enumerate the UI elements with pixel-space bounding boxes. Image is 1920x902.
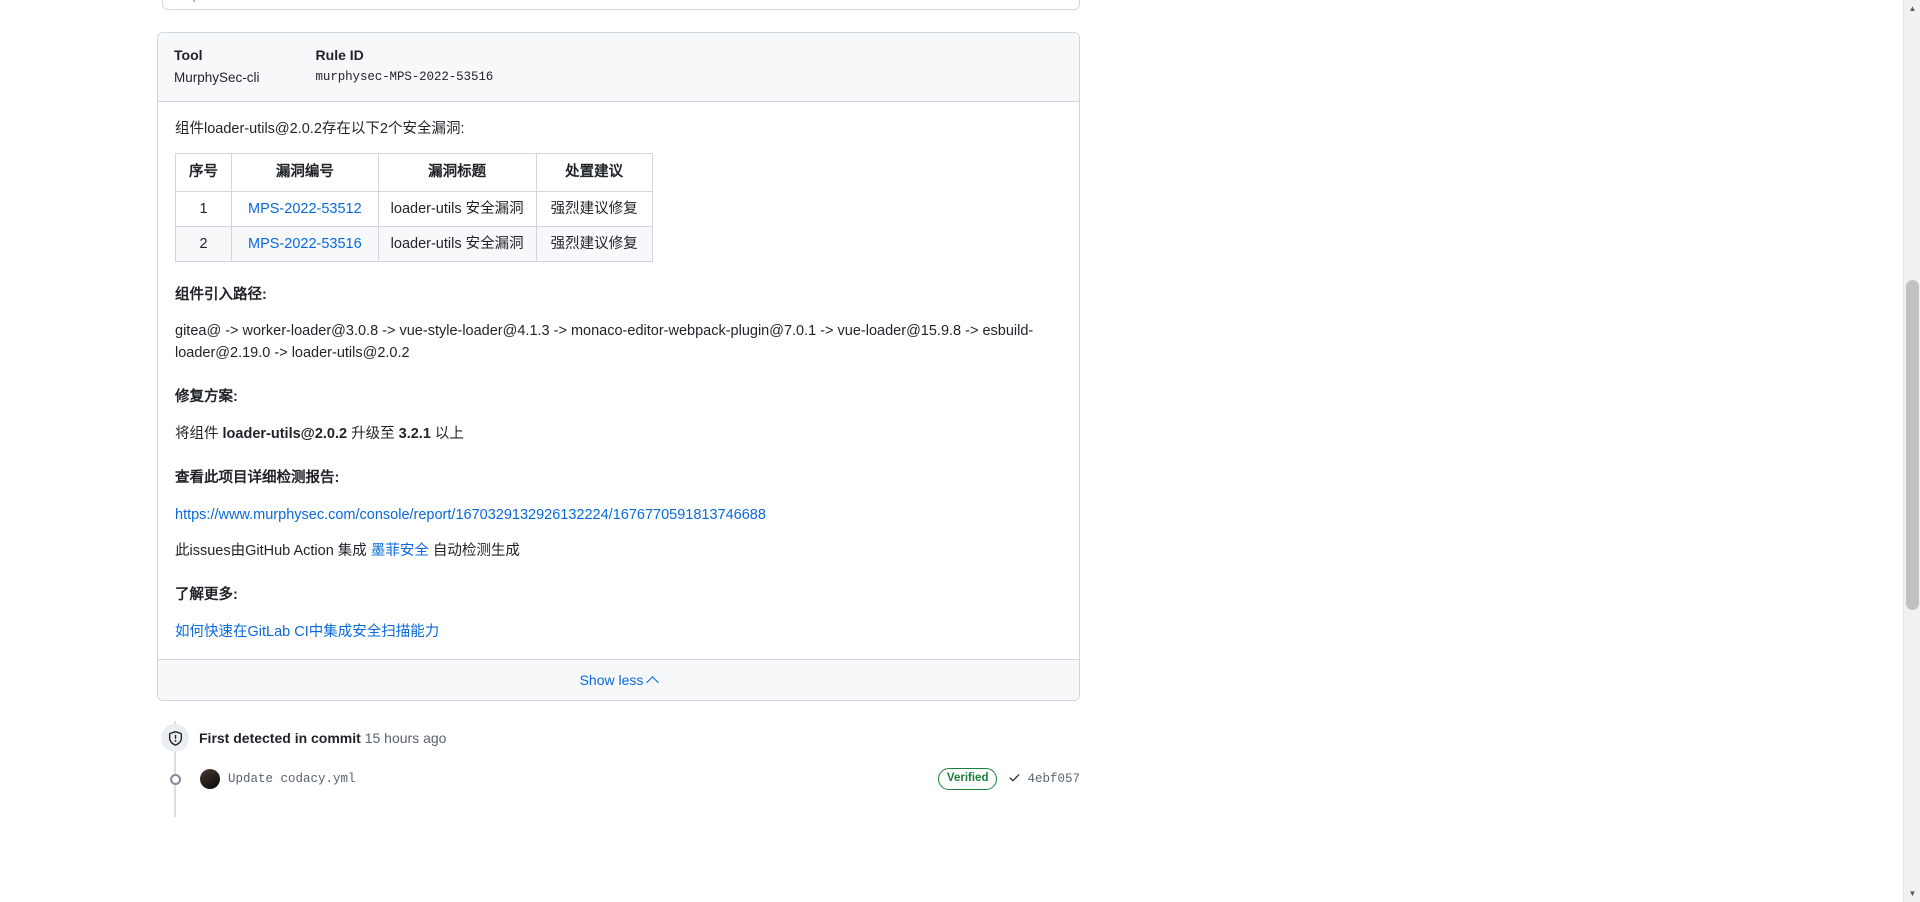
rule-id-meta: Rule ID murphysec-MPS-2022-53516 bbox=[316, 45, 494, 87]
tool-meta: Tool MurphySec-cli bbox=[174, 45, 260, 87]
generated-prefix: 此issues由GitHub Action 集成 bbox=[175, 543, 371, 559]
detection-bold: First detected in commit bbox=[199, 730, 361, 746]
learn-more-link[interactable]: 如何快速在GitLab CI中集成安全扫描能力 bbox=[175, 624, 439, 640]
commit-sha-text: 4ebf057 bbox=[1027, 772, 1080, 786]
timeline-commit-row: Update codacy.yml Verified 4ebf057 bbox=[157, 761, 1080, 797]
vulnerability-intro: 组件loader-utils@2.0.2存在以下2个安全漏洞: bbox=[175, 121, 465, 137]
scroll-down-arrow-icon[interactable]: ▼ bbox=[1904, 885, 1920, 902]
fix-component: loader-utils@2.0.2 bbox=[222, 426, 348, 442]
cell-index: 2 bbox=[175, 226, 232, 262]
dependency-path-heading: 组件引入路径: bbox=[175, 287, 267, 303]
fix-prefix: 将组件 bbox=[175, 426, 223, 442]
commit-message[interactable]: Update codacy.yml bbox=[228, 772, 356, 786]
table-header-row: 序号 漏洞编号 漏洞标题 处置建议 bbox=[175, 153, 653, 192]
show-less-button[interactable]: Show less bbox=[579, 672, 660, 689]
table-body: 1 MPS-2022-53512 loader-utils 安全漏洞 强烈建议修… bbox=[175, 191, 653, 262]
scrollbar[interactable]: ▲ ▼ bbox=[1903, 0, 1920, 902]
cell-title: loader-utils 安全漏洞 bbox=[377, 191, 537, 227]
scrollbar-thumb[interactable] bbox=[1906, 280, 1919, 610]
learn-more-heading: 了解更多: bbox=[175, 587, 238, 603]
col-header-title: 漏洞标题 bbox=[377, 153, 537, 192]
avatar[interactable] bbox=[200, 769, 220, 789]
cell-vuln-id: MPS-2022-53512 bbox=[231, 191, 379, 227]
chevron-up-icon bbox=[646, 675, 660, 689]
vuln-id-link[interactable]: MPS-2022-53512 bbox=[248, 201, 362, 217]
cell-advice: 强烈建议修复 bbox=[535, 226, 653, 262]
report-url-link[interactable]: https://www.murphysec.com/console/report… bbox=[175, 507, 766, 523]
tool-label: Tool bbox=[174, 47, 203, 63]
generated-by-line: 此issues由GitHub Action 集成 墨菲安全 自动检测生成 bbox=[175, 540, 1035, 562]
table-row: 1 MPS-2022-53512 loader-utils 安全漏洞 强烈建议修… bbox=[175, 191, 653, 227]
murphysec-link[interactable]: 墨菲安全 bbox=[371, 543, 429, 559]
vulnerability-table: 序号 漏洞编号 漏洞标题 处置建议 1 MPS-2022-53512 loade… bbox=[175, 153, 653, 262]
page-root: 4 Tool MurphySec-cli Rule ID murphysec-M… bbox=[0, 0, 1903, 902]
issue-content-column: 4 Tool MurphySec-cli Rule ID murphysec-M… bbox=[155, 0, 1080, 817]
commit-sha[interactable]: 4ebf057 bbox=[1008, 771, 1080, 788]
fix-suffix: 以上 bbox=[430, 426, 464, 442]
commit-meta: Verified 4ebf057 bbox=[937, 768, 1080, 790]
cell-index: 1 bbox=[175, 191, 232, 227]
fix-version: 3.2.1 bbox=[398, 426, 431, 442]
fix-middle: 升级至 bbox=[347, 426, 399, 442]
col-header-vuln-id: 漏洞编号 bbox=[231, 153, 379, 192]
col-header-index: 序号 bbox=[175, 153, 232, 192]
dependency-path-value: gitea@ -> worker-loader@3.0.8 -> vue-sty… bbox=[175, 323, 1034, 361]
show-less-label: Show less bbox=[579, 672, 644, 688]
analysis-card: Tool MurphySec-cli Rule ID murphysec-MPS… bbox=[157, 32, 1080, 701]
commit-dot-icon bbox=[164, 772, 186, 786]
shield-icon bbox=[161, 724, 189, 752]
fix-plan-heading: 修复方案: bbox=[175, 389, 238, 405]
vuln-id-link[interactable]: MPS-2022-53516 bbox=[248, 236, 362, 252]
analysis-card-body: 组件loader-utils@2.0.2存在以下2个安全漏洞: 序号 漏洞编号 … bbox=[158, 102, 1079, 659]
cell-advice: 强烈建议修复 bbox=[535, 191, 653, 227]
report-url-line: https://www.murphysec.com/console/report… bbox=[175, 504, 1062, 526]
detection-text: First detected in commit 15 hours ago bbox=[199, 730, 446, 746]
analysis-card-header: Tool MurphySec-cli Rule ID murphysec-MPS… bbox=[158, 33, 1079, 102]
fix-plan-value: 将组件 loader-utils@2.0.2 升级至 3.2.1 以上 bbox=[175, 423, 1035, 445]
table-row: 2 MPS-2022-53516 loader-utils 安全漏洞 强烈建议修… bbox=[175, 226, 653, 262]
cell-title: loader-utils 安全漏洞 bbox=[377, 226, 537, 262]
analysis-card-footer: Show less bbox=[158, 659, 1079, 700]
generated-suffix: 自动检测生成 bbox=[428, 543, 520, 559]
rule-id-label: Rule ID bbox=[315, 47, 364, 63]
report-heading: 查看此项目详细检测报告: bbox=[175, 470, 340, 486]
status-badge[interactable]: Verified bbox=[937, 768, 998, 790]
code-line-number: 4 bbox=[189, 0, 196, 6]
timeline: First detected in commit 15 hours ago Up… bbox=[157, 721, 1080, 817]
detection-time: 15 hours ago bbox=[364, 730, 447, 746]
col-header-advice: 处置建议 bbox=[535, 153, 653, 192]
rule-id-value: murphysec-MPS-2022-53516 bbox=[315, 70, 494, 84]
learn-more-line: 如何快速在GitLab CI中集成安全扫描能力 bbox=[175, 621, 1035, 643]
scroll-up-arrow-icon[interactable]: ▲ bbox=[1904, 0, 1920, 17]
cell-vuln-id: MPS-2022-53516 bbox=[231, 226, 379, 262]
table-head: 序号 漏洞编号 漏洞标题 处置建议 bbox=[175, 153, 653, 192]
check-icon bbox=[1008, 771, 1021, 788]
tool-value: MurphySec-cli bbox=[174, 70, 260, 85]
code-snippet-box: 4 bbox=[162, 0, 1080, 10]
timeline-detection-row: First detected in commit 15 hours ago bbox=[157, 721, 1080, 755]
